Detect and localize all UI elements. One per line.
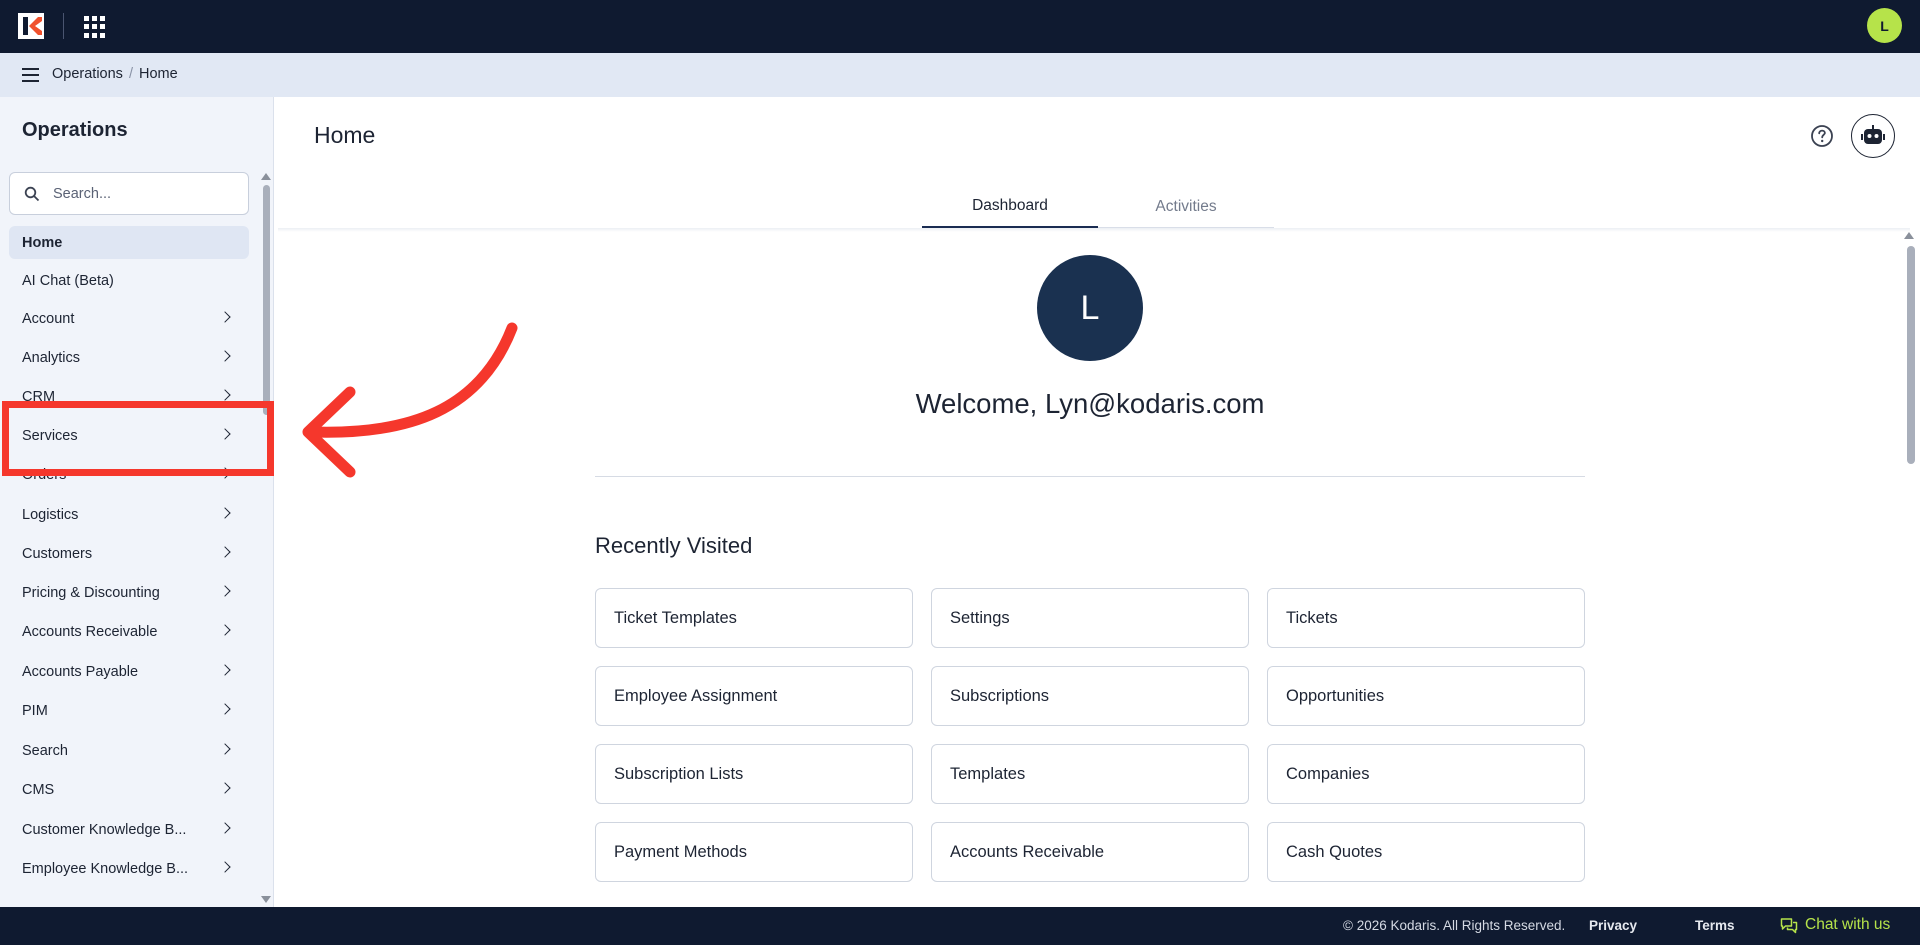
welcome-message: Welcome, Lyn@kodaris.com	[915, 388, 1265, 419]
chevron-right-icon	[219, 664, 231, 676]
chevron-right-icon	[219, 703, 231, 715]
recent-card-subscriptions[interactable]: Subscriptions	[931, 666, 1249, 726]
help-icon[interactable]	[1810, 124, 1834, 148]
page-title: Home	[314, 122, 376, 148]
sidebar-item-search[interactable]: Search	[9, 734, 249, 767]
chevron-right-icon	[219, 546, 231, 558]
sidebar-item-label: Accounts Payable	[22, 663, 139, 680]
chevron-right-icon	[219, 624, 231, 636]
section-divider	[595, 476, 1585, 477]
recent-card-templates[interactable]: Templates	[931, 744, 1249, 804]
breadcrumb-item-home: Home	[138, 66, 178, 82]
tab-dashboard[interactable]: Dashboard	[922, 185, 1098, 228]
topbar-divider	[63, 13, 64, 39]
sidebar-item-pricing-discounting[interactable]: Pricing & Discounting	[9, 576, 249, 609]
chevron-right-icon	[219, 861, 231, 873]
breadcrumb: Operations / Home	[52, 66, 178, 82]
chat-label: Chat with us	[1805, 916, 1891, 933]
sidebar-item-pim[interactable]: PIM	[9, 694, 249, 727]
sidebar-item-label: CMS	[22, 781, 55, 798]
sidebar-item-employee-knowledge-base[interactable]: Employee Knowledge B...	[9, 852, 249, 885]
tab-bar: Dashboard Activities	[922, 185, 1274, 228]
sidebar-item-label: Logistics	[22, 506, 79, 523]
sidebar-item-label: Accounts Receivable	[22, 623, 158, 640]
footer-privacy-link[interactable]: Privacy	[1589, 918, 1637, 933]
sidebar-item-logistics[interactable]: Logistics	[9, 498, 249, 531]
footer-copyright: © 2026 Kodaris. All Rights Reserved.	[1343, 918, 1566, 933]
top-bar: L	[0, 0, 1920, 53]
recent-card-cash-quotes[interactable]: Cash Quotes	[1267, 822, 1585, 882]
recent-card-payment-methods[interactable]: Payment Methods	[595, 822, 913, 882]
chat-with-us-button[interactable]: Chat with us	[1780, 916, 1890, 934]
breadcrumb-separator: /	[128, 66, 133, 82]
recent-card-subscription-lists[interactable]: Subscription Lists	[595, 744, 913, 804]
sidebar-item-label: Customers	[22, 545, 93, 562]
kodaris-logo-icon[interactable]	[18, 13, 44, 39]
sidebar-item-accounts-receivable[interactable]: Accounts Receivable	[9, 615, 249, 648]
search-icon	[24, 186, 40, 202]
chevron-right-icon	[219, 350, 231, 362]
recent-card-opportunities[interactable]: Opportunities	[1267, 666, 1585, 726]
sidebar-item-label: Employee Knowledge B...	[22, 860, 189, 877]
chevron-right-icon	[219, 311, 231, 323]
sidebar-item-label: PIM	[22, 702, 48, 719]
chevron-right-icon	[219, 822, 231, 834]
sidebar-item-ai-chat[interactable]: AI Chat (Beta)	[9, 264, 249, 297]
chat-icon	[1780, 917, 1798, 933]
chevron-right-icon	[219, 743, 231, 755]
sidebar-item-cms[interactable]: CMS	[9, 773, 249, 806]
app-launcher-grid-icon[interactable]	[84, 16, 106, 38]
chevron-right-icon	[219, 585, 231, 597]
recent-card-ticket-templates[interactable]: Ticket Templates	[595, 588, 913, 648]
recently-visited-heading: Recently Visited	[595, 533, 753, 558]
ai-assistant-button[interactable]	[1851, 114, 1895, 158]
recent-card-accounts-receivable[interactable]: Accounts Receivable	[931, 822, 1249, 882]
sidebar-item-home[interactable]: Home	[9, 226, 249, 259]
annotation-arrow-icon	[302, 322, 518, 478]
breadcrumb-item-operations[interactable]: Operations	[52, 66, 123, 82]
sidebar-item-accounts-payable[interactable]: Accounts Payable	[9, 655, 249, 688]
sidebar-item-label: Pricing & Discounting	[22, 584, 160, 601]
chevron-right-icon	[219, 782, 231, 794]
hamburger-menu-icon[interactable]	[22, 68, 39, 82]
sidebar-scrollbar[interactable]	[263, 185, 270, 415]
robot-icon	[1861, 125, 1885, 144]
sidebar-item-label: Search	[22, 742, 68, 759]
recent-card-settings[interactable]: Settings	[931, 588, 1249, 648]
breadcrumb-bar: Operations / Home	[0, 53, 1920, 97]
sidebar: Operations Home AI Chat (Beta) Account A…	[0, 97, 274, 907]
sidebar-item-customers[interactable]: Customers	[9, 537, 249, 570]
welcome-avatar: L	[1037, 255, 1143, 361]
tab-activities[interactable]: Activities	[1098, 185, 1274, 228]
chevron-right-icon	[219, 507, 231, 519]
scroll-up-arrow-icon[interactable]	[261, 173, 271, 180]
footer: © 2026 Kodaris. All Rights Reserved. Pri…	[0, 907, 1920, 945]
sidebar-item-label: Analytics	[22, 349, 81, 366]
chevron-right-icon	[219, 389, 231, 401]
sidebar-item-customer-knowledge-base[interactable]: Customer Knowledge B...	[9, 813, 249, 846]
user-avatar[interactable]: L	[1867, 8, 1902, 43]
annotation-highlight-box	[2, 401, 274, 476]
footer-terms-link[interactable]: Terms	[1695, 918, 1735, 933]
tabs-divider-shadow	[278, 228, 1910, 232]
sidebar-item-label: Customer Knowledge B...	[22, 821, 187, 838]
recent-card-companies[interactable]: Companies	[1267, 744, 1585, 804]
scroll-down-arrow-icon[interactable]	[261, 896, 271, 903]
sidebar-title: Operations	[22, 119, 128, 141]
sidebar-search[interactable]	[9, 172, 249, 215]
recent-card-tickets[interactable]: Tickets	[1267, 588, 1585, 648]
sidebar-item-account[interactable]: Account	[9, 302, 249, 335]
main-scrollbar[interactable]	[1907, 246, 1915, 464]
sidebar-item-label: Home	[22, 234, 63, 251]
sidebar-item-label: AI Chat (Beta)	[22, 272, 114, 289]
sidebar-item-analytics[interactable]: Analytics	[9, 341, 249, 374]
sidebar-search-input[interactable]	[53, 183, 238, 205]
scroll-up-arrow-icon[interactable]	[1904, 232, 1914, 239]
sidebar-item-label: Account	[22, 310, 75, 327]
recent-card-employee-assignment[interactable]: Employee Assignment	[595, 666, 913, 726]
